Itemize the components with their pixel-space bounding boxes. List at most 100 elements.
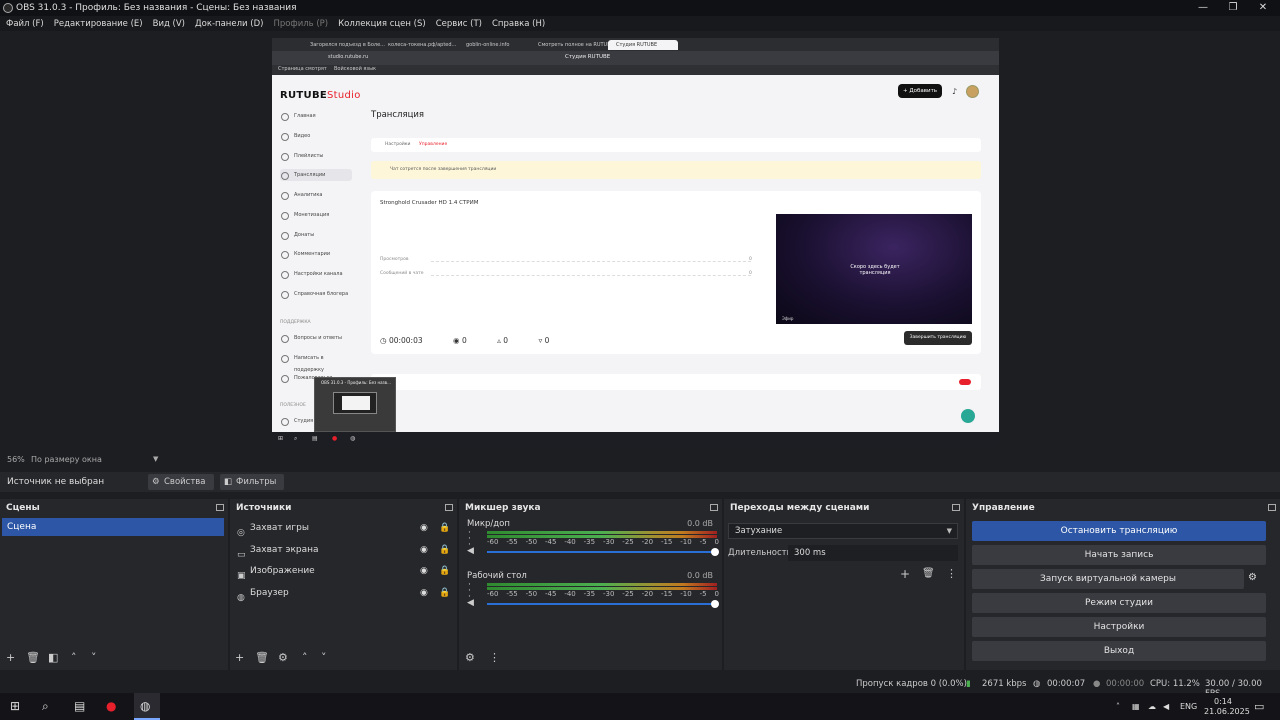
filter-icon[interactable]: ◧ — [48, 651, 58, 664]
menu-file[interactable]: Файл (F) — [6, 19, 44, 29]
browser-bookmarks: Страница смотрят Войсковой язык — [272, 65, 999, 75]
transition-select[interactable]: Затухание — [728, 523, 958, 539]
scene-item-selected[interactable]: Сцена — [2, 518, 224, 536]
duration-input[interactable]: 300 ms — [788, 545, 958, 561]
clock-time[interactable]: 0:14 — [1214, 697, 1232, 706]
speaker-icon[interactable]: ◀ — [467, 546, 474, 556]
duration-label: Длительность — [728, 548, 792, 558]
controls-dock: Управление Остановить трансляцию Начать … — [966, 499, 1280, 670]
help-fab-icon — [961, 409, 975, 423]
channel-name: Микр/доп — [467, 519, 510, 529]
trash-icon[interactable]: 🗑 — [255, 651, 269, 664]
arrow-up-icon[interactable]: ˄ — [302, 651, 308, 664]
arrow-up-icon[interactable]: ˄ — [71, 651, 77, 664]
volume-slider[interactable] — [487, 548, 719, 556]
minimize-button[interactable]: — — [1188, 0, 1218, 16]
search-icon[interactable]: ⌕ — [42, 699, 49, 714]
speaker-icon[interactable]: ◀ — [467, 598, 474, 608]
gear-icon[interactable]: ⚙ — [465, 651, 475, 664]
sources-dock: Источники ◎ Захват игры ◉ 🔒 ▭ Захват экрана… — [230, 499, 457, 670]
properties-button[interactable]: ⚙ Свойства — [148, 474, 214, 490]
rutube-notice: Чат сотрется после завершения трансляции — [371, 161, 981, 179]
exit-button[interactable]: Выход — [972, 641, 1266, 661]
notification-icon[interactable]: ▭ — [1254, 700, 1264, 713]
cloud-icon[interactable]: ☁ — [1148, 702, 1156, 711]
rutube-studio-logo: RUTUBEStudio — [280, 90, 361, 101]
rutube-nav-item: Вопросы и ответы — [280, 332, 352, 344]
lock-icon[interactable]: 🔒 — [439, 583, 450, 603]
undock-icon[interactable] — [710, 504, 718, 511]
source-item[interactable]: ▭ Захват экрана ◉ 🔒 — [234, 540, 454, 560]
view-count: ◉ 0 — [453, 336, 467, 345]
menu-bar: Файл (F) Редактирование (E) Вид (V) Док-… — [0, 16, 1280, 31]
menu-scene-collection[interactable]: Коллекция сцен (S) — [338, 19, 426, 29]
source-item[interactable]: ▣ Изображение ◉ 🔒 — [234, 561, 454, 581]
bitrate: 2671 kbps — [982, 679, 1027, 689]
meter-scale: -60 -55 -50 -45 -40 -35 -30 -25 -20 -15 -10 -5 0 — [487, 538, 719, 546]
undock-icon[interactable] — [1268, 504, 1276, 511]
eye-icon[interactable]: ◉ — [420, 561, 428, 581]
stream-time: 00:00:07 — [1047, 679, 1086, 689]
studio-mode-button[interactable]: Режим студии — [972, 593, 1266, 613]
add-icon[interactable]: + — [6, 651, 15, 664]
browser-icon[interactable]: ● — [106, 699, 116, 713]
undock-icon[interactable] — [216, 504, 224, 511]
browser-tab: колеса-токена.рф/apted... — [388, 42, 457, 48]
eye-icon[interactable]: ◉ — [420, 540, 428, 560]
start-recording-button[interactable]: Начать запись — [972, 545, 1266, 565]
program-preview[interactable]: Загорелся подъезд в Боле... колеса-токен… — [272, 38, 999, 447]
gear-icon[interactable]: ⚙ — [278, 651, 288, 664]
arrow-down-icon[interactable]: ˅ — [91, 651, 97, 664]
stop-stream-button[interactable]: Остановить трансляцию — [972, 521, 1266, 541]
taskview-icon[interactable]: ▤ — [74, 699, 85, 713]
add-icon[interactable]: + — [900, 567, 910, 581]
stat-value: 0 — [749, 257, 752, 262]
rutube-nav-item: Комментарии — [280, 248, 352, 260]
rutube-nav-item-active: Трансляции — [280, 169, 352, 181]
volume-slider[interactable] — [487, 600, 719, 608]
eye-icon[interactable]: ◉ — [420, 518, 428, 538]
add-icon[interactable]: + — [235, 651, 244, 664]
clock-date[interactable]: 21.06.2025 — [1204, 707, 1250, 716]
language-indicator[interactable]: ENG — [1180, 702, 1197, 711]
trash-icon[interactable]: 🗑 — [922, 568, 935, 579]
undock-icon[interactable] — [445, 504, 453, 511]
scenes-dock: Сцены Сцена + 🗑 ◧ ˄ ˅ — [0, 499, 228, 670]
tray-expand-icon[interactable]: ˄ — [1116, 702, 1120, 711]
sources-toolbar: + 🗑 ⚙ ˄ ˅ — [230, 648, 457, 670]
close-button[interactable]: ✕ — [1248, 0, 1278, 16]
menu-view[interactable]: Вид (V) — [153, 19, 185, 29]
source-item[interactable]: ◍ Браузер ◉ 🔒 — [234, 583, 454, 603]
zoom-mode-select[interactable]: По размеру окна — [31, 455, 102, 464]
rutube-tab-active: Управление — [419, 142, 448, 147]
eye-icon[interactable]: ◉ — [420, 583, 428, 603]
start-icon[interactable]: ⊞ — [10, 699, 20, 713]
arrow-down-icon[interactable]: ˅ — [321, 651, 327, 664]
chevron-down-icon[interactable]: ▼ — [153, 455, 158, 463]
trash-icon[interactable]: 🗑 — [26, 651, 40, 664]
undock-icon[interactable] — [952, 504, 960, 511]
menu-docks[interactable]: Док-панели (D) — [195, 19, 263, 29]
rutube-tabs: Настройки Управление — [371, 138, 981, 152]
rutube-nav-item: Настройки канала — [280, 268, 352, 280]
source-item[interactable]: ◎ Захват игры ◉ 🔒 — [234, 518, 454, 538]
lock-icon[interactable]: 🔒 — [439, 561, 450, 581]
dropped-frames: Пропуск кадров 0 (0.0%) — [856, 679, 967, 689]
gear-icon[interactable]: ⚙ — [1248, 572, 1257, 583]
volume-icon[interactable]: ◀ — [1163, 702, 1169, 711]
maximize-button[interactable]: ❐ — [1218, 0, 1248, 16]
filters-button[interactable]: ◧ Фильтры — [220, 474, 285, 490]
virtual-camera-button[interactable]: Запуск виртуальной камеры — [972, 569, 1244, 589]
menu-help[interactable]: Справка (H) — [492, 19, 545, 29]
obs-taskbar-app[interactable]: ◍ — [134, 693, 160, 720]
more-vert-icon[interactable]: ⋮ — [489, 651, 500, 664]
bookmark: Страница смотрят — [278, 66, 327, 72]
lock-icon[interactable]: 🔒 — [439, 518, 450, 538]
menu-profile[interactable]: Профиль (P) — [273, 19, 328, 29]
more-vert-icon[interactable]: ⋮ — [946, 567, 957, 580]
settings-button[interactable]: Настройки — [972, 617, 1266, 637]
menu-tools[interactable]: Сервис (T) — [436, 19, 482, 29]
menu-edit[interactable]: Редактирование (E) — [54, 19, 143, 29]
network-icon[interactable]: ▦ — [1132, 702, 1140, 711]
lock-icon[interactable]: 🔒 — [439, 540, 450, 560]
